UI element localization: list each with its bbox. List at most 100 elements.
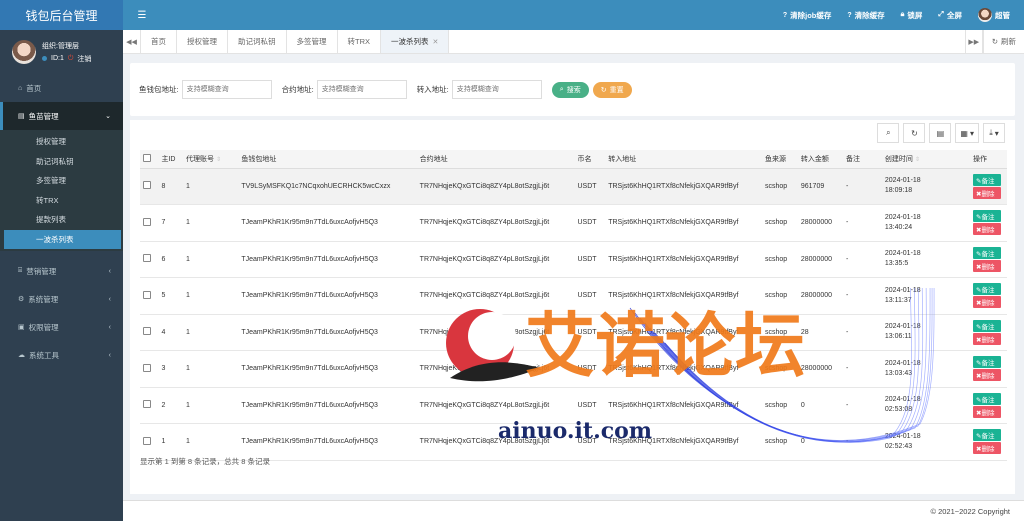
contract-search-input[interactable] — [316, 80, 407, 99]
col-note[interactable]: 备注 — [842, 150, 882, 169]
tab-home[interactable]: 首页 — [141, 30, 177, 53]
sidebar-item-label: 营销管理 — [26, 266, 57, 276]
sidebar-subitem-auth[interactable]: 授权管理 — [0, 132, 123, 152]
row-checkbox[interactable] — [143, 217, 151, 226]
sidebar-subitem-kill-list[interactable]: 一波杀列表 — [4, 229, 121, 249]
note-button[interactable]: ✎备注 — [973, 429, 1002, 442]
note-button[interactable]: ✎备注 — [973, 392, 1002, 405]
user-menu[interactable]: 超管 — [978, 8, 1010, 22]
cell-amount: 0 — [797, 387, 843, 424]
col-source[interactable]: 鱼来源 — [762, 150, 798, 169]
row-checkbox[interactable] — [143, 290, 151, 299]
row-checkbox[interactable] — [143, 254, 151, 263]
sidebar-subitem-multisig[interactable]: 多签管理 — [0, 171, 123, 191]
caret-down-icon: ▾ — [994, 128, 999, 138]
table-row[interactable]: 3 1 TJeamPKhR1Kr95m9n7TdL6uxcAofjvH5Q3 TR7N… — [140, 350, 1007, 388]
table-row[interactable]: 8 1 TV9LSyMSFKQ1c7NCqxohUECRHCK5wcCxzx TR7N… — [140, 168, 1007, 205]
row-checkbox[interactable] — [143, 327, 151, 336]
refresh-tab-button[interactable]: ↻ 刷新 — [982, 30, 1024, 53]
cell-note: - — [842, 423, 882, 461]
clear-job-cache-button[interactable]: ? 清除job缓存 — [783, 10, 832, 21]
search-button[interactable]: ⌕ 搜索 — [551, 81, 589, 98]
chevron-left-icon: ‹ — [108, 267, 111, 275]
delete-button[interactable]: ✖删除 — [973, 442, 1002, 455]
sidebar-item-tools[interactable]: ☁ 系统工具 ‹ — [0, 341, 123, 369]
table-row[interactable]: 2 1 TJeamPKhR1Kr95m9n7TdL6uxcAofjvH5Q3 TR7N… — [140, 387, 1007, 424]
row-checkbox[interactable] — [143, 363, 151, 372]
cell-wallet: TJeamPKhR1Kr95m9n7TdL6uxcAofjvH5Q3 — [238, 241, 417, 278]
sidebar-item-system[interactable]: ⚙ 系统管理 ‹ — [0, 285, 123, 313]
delete-button[interactable]: ✖删除 — [973, 405, 1002, 418]
wallet-search-input[interactable] — [181, 80, 272, 99]
columns-button[interactable]: ▦ ▾ — [955, 123, 979, 143]
cell-contract: TR7NHqjeKQxGTCi8q8ZY4pL8otSzgjLj6t — [416, 241, 575, 278]
tabs-prev-icon[interactable]: ◀◀ — [123, 30, 141, 53]
delete-button[interactable]: ✖删除 — [973, 369, 1002, 382]
cell-agent: 1 — [183, 387, 239, 424]
select-all-checkbox[interactable] — [143, 153, 151, 162]
col-coin[interactable]: 币名 — [574, 150, 606, 169]
fullscreen-button[interactable]: ⤢ 全屏 — [938, 10, 962, 21]
col-wallet[interactable]: 鱼钱包地址 — [238, 150, 417, 169]
sidebar-item-home[interactable]: ⌂ 首页 — [0, 74, 123, 102]
created-time: 02:53:08 — [884, 406, 913, 414]
export-button[interactable]: ⤓ ▾ — [983, 123, 1005, 143]
close-icon[interactable]: ✕ — [433, 38, 439, 46]
sidebar-subitem-trx[interactable]: 转TRX — [0, 191, 123, 211]
lock-screen-button[interactable]: 🔒︎ 锁屏 — [901, 10, 923, 21]
tab-multisig[interactable]: 多签管理 — [287, 30, 338, 53]
delete-button[interactable]: ✖删除 — [973, 259, 1002, 272]
note-button[interactable]: ✎备注 — [973, 356, 1002, 369]
clear-cache-button[interactable]: ? 清除缓存 — [847, 10, 884, 21]
row-checkbox[interactable] — [143, 400, 151, 409]
cell-source: scshop — [762, 387, 798, 424]
tab-trx[interactable]: 转TRX — [338, 30, 381, 53]
reset-button[interactable]: ↻ 重置 — [592, 81, 632, 98]
table-row[interactable]: 6 1 TJeamPKhR1Kr95m9n7TdL6uxcAofjvH5Q3 TR7N… — [140, 241, 1007, 278]
note-button[interactable]: ✎备注 — [973, 246, 1002, 259]
menu-toggle-icon[interactable]: ☰ — [123, 10, 161, 21]
sidebar-item-marketing[interactable]: ⌸ 营销管理 ‹ — [0, 257, 123, 285]
user-id: ID:1 — [51, 55, 64, 62]
col-actions: 操作 — [970, 150, 1007, 169]
logout-icon[interactable]: ⏻ — [68, 55, 74, 63]
logout-link[interactable]: 注销 — [77, 54, 91, 64]
delete-button[interactable]: ✖删除 — [973, 296, 1002, 309]
tab-label: 助记词私钥 — [238, 37, 276, 46]
tab-mnemonic[interactable]: 助记词私钥 — [228, 30, 287, 53]
note-button[interactable]: ✎备注 — [973, 283, 1002, 296]
table-row[interactable]: 1 1 TJeamPKhR1Kr95m9n7TdL6uxcAofjvH5Q3 TR7N… — [140, 423, 1007, 461]
col-id[interactable]: 主ID — [158, 150, 184, 169]
col-created[interactable]: 创建时间 ⇕ — [881, 150, 971, 169]
sidebar-item-permission[interactable]: ▣ 权限管理 ‹ — [0, 313, 123, 341]
col-amount[interactable]: 转入金额 — [797, 150, 843, 169]
delete-button[interactable]: ✖删除 — [973, 332, 1002, 345]
note-button[interactable]: ✎备注 — [973, 210, 1002, 223]
sidebar-subitem-mnemonic[interactable]: 助记词私钥 — [0, 152, 123, 172]
cell-coin: USDT — [574, 168, 606, 205]
refresh-table-button[interactable]: ↻ — [903, 123, 926, 143]
row-checkbox[interactable] — [143, 181, 151, 190]
delete-button[interactable]: ✖删除 — [973, 186, 1002, 199]
note-button[interactable]: ✎备注 — [973, 319, 1002, 332]
table-row[interactable]: 7 1 TJeamPKhR1Kr95m9n7TdL6uxcAofjvH5Q3 TR7N… — [140, 204, 1007, 242]
tab-kill-list[interactable]: 一波杀列表 ✕ — [381, 30, 450, 53]
sidebar-item-label: 系统工具 — [29, 350, 59, 360]
search-toggle-button[interactable]: ⌕ — [877, 123, 900, 143]
col-to[interactable]: 转入地址 — [605, 150, 763, 169]
tabs-next-icon[interactable]: ▶▶ — [964, 30, 983, 53]
table-row[interactable]: 5 1 TJeamPKhR1Kr95m9n7TdL6uxcAofjvH5Q3 TR7N… — [140, 277, 1007, 315]
cell-wallet: TJeamPKhR1Kr95m9n7TdL6uxcAofjvH5Q3 — [238, 423, 417, 461]
sidebar-subitem-withdraw[interactable]: 提款列表 — [0, 210, 123, 230]
note-button[interactable]: ✎备注 — [973, 173, 1002, 186]
to-search-input[interactable] — [451, 80, 542, 99]
tab-auth[interactable]: 授权管理 — [177, 30, 228, 53]
col-agent[interactable]: 代理账号 ⇕ — [183, 150, 239, 169]
delete-button[interactable]: ✖删除 — [973, 223, 1002, 236]
col-contract[interactable]: 合约地址 — [416, 150, 575, 169]
toggle-view-button[interactable]: ▤ — [929, 123, 952, 143]
sidebar-item-fry[interactable]: ▤ 鱼苗管理 ⌄ — [0, 102, 123, 130]
cell-id: 4 — [158, 314, 184, 351]
table-row[interactable]: 4 1 TJeamPKhR1Kr95m9n7TdL6uxcAofjvH5Q3 TR7N… — [140, 314, 1007, 351]
row-checkbox[interactable] — [143, 436, 151, 445]
